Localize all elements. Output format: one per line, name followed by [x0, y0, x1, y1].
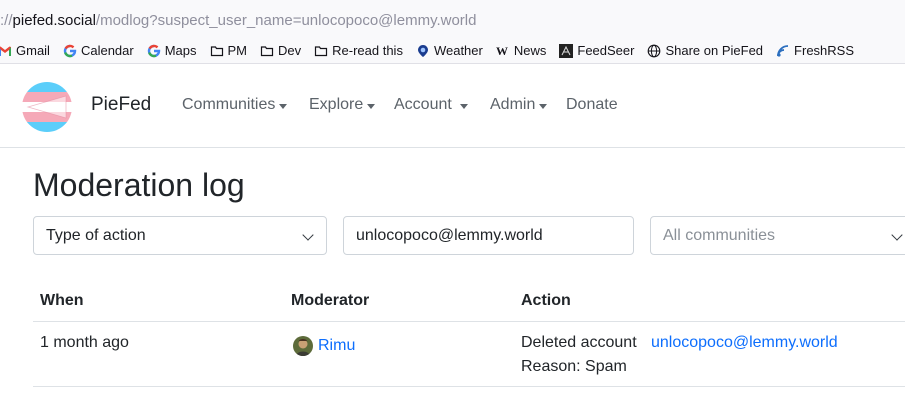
nav-communities[interactable]: Communities: [182, 96, 288, 114]
bookmark-share-piefed[interactable]: Share on PieFed: [647, 43, 763, 58]
caret-down-icon: [367, 103, 376, 109]
url-path: /modlog?suspect_user_name=unlocopoco@lem…: [95, 12, 477, 29]
row-reason: Reason: Spam: [521, 358, 627, 375]
suspect-user-value: unlocopoco@lemmy.world: [356, 226, 543, 244]
bookmark-label: PM: [227, 43, 248, 58]
suspect-user-input[interactable]: unlocopoco@lemmy.world: [343, 216, 634, 255]
nav-label: Account: [394, 96, 452, 113]
community-placeholder: All communities: [663, 226, 776, 244]
bookmark-label: FreshRSS: [794, 43, 855, 58]
caret-down-icon: [459, 103, 468, 109]
bookmark-freshrss[interactable]: FreshRSS: [776, 43, 854, 58]
avatar[interactable]: [293, 336, 313, 356]
bookmark-folder-reread[interactable]: Re-read this: [314, 43, 403, 58]
nav-label: Donate: [566, 96, 618, 113]
folder-icon: [210, 45, 223, 56]
bookmark-calendar[interactable]: Calendar: [63, 43, 134, 58]
bookmark-label: Share on PieFed: [665, 43, 764, 58]
weather-icon: [417, 44, 428, 57]
bookmarks-bar: Gmail Calendar Maps PM Dev Re-read this …: [0, 38, 905, 64]
folder-icon: [315, 45, 328, 56]
nav-account[interactable]: Account: [394, 96, 468, 114]
chevron-down-icon: [891, 229, 903, 241]
row-action: Deleted account: [521, 334, 637, 351]
header-divider: [33, 321, 905, 322]
brand-name[interactable]: PieFed: [91, 94, 151, 116]
gmail-icon: [0, 46, 11, 56]
url-text[interactable]: ://piefed.social/modlog?suspect_user_nam…: [0, 12, 476, 29]
nav-explore[interactable]: Explore: [309, 96, 376, 114]
globe-icon: [648, 44, 661, 57]
column-header-when: When: [40, 292, 84, 309]
url-scheme: ://: [0, 12, 13, 29]
nav-label: Communities: [182, 96, 276, 113]
bookmark-label: Calendar: [80, 43, 134, 58]
page-title: Moderation log: [33, 167, 245, 203]
nav-label: Admin: [490, 96, 536, 113]
caret-down-icon: [279, 103, 288, 109]
piefed-logo-icon[interactable]: [22, 82, 72, 132]
column-header-moderator: Moderator: [291, 292, 370, 309]
row-when: 1 month ago: [40, 334, 129, 351]
bookmark-maps[interactable]: Maps: [147, 43, 197, 58]
nav-label: Explore: [309, 96, 364, 113]
bookmark-label: FeedSeer: [577, 43, 635, 58]
bookmark-feedseer[interactable]: FeedSeer: [559, 43, 634, 58]
url-host: piefed.social: [12, 12, 96, 29]
folder-icon: [260, 45, 274, 56]
moderator-link[interactable]: Rimu: [318, 337, 355, 355]
browser-url-bar[interactable]: ://piefed.social/modlog?suspect_user_nam…: [0, 0, 905, 38]
freshrss-icon: [777, 44, 789, 57]
column-header-action: Action: [521, 292, 571, 309]
target-user-link[interactable]: unlocopoco@lemmy.world: [651, 334, 838, 352]
bookmark-label: Maps: [164, 43, 197, 58]
bookmark-folder-pm[interactable]: PM: [210, 43, 248, 58]
svg-text:W: W: [496, 44, 508, 58]
community-select[interactable]: All communities: [650, 216, 905, 255]
nav-donate[interactable]: Donate: [566, 96, 618, 114]
site-navbar: PieFed Communities Explore Account Admin…: [0, 64, 905, 148]
bookmark-label: Weather: [433, 43, 483, 58]
bookmark-weather[interactable]: Weather: [416, 43, 483, 58]
action-type-select[interactable]: Type of action: [33, 216, 327, 255]
chevron-down-icon: [302, 229, 314, 241]
feedseer-icon: [559, 43, 574, 58]
row-divider: [33, 386, 905, 387]
action-type-value: Type of action: [46, 226, 146, 244]
bookmark-news[interactable]: W News: [496, 43, 547, 58]
google-icon: [63, 44, 77, 57]
bookmark-folder-dev[interactable]: Dev: [260, 43, 301, 58]
bookmark-label: Gmail: [16, 43, 50, 58]
nav-admin[interactable]: Admin: [490, 96, 548, 114]
wikipedia-icon: W: [496, 44, 508, 58]
bookmark-label: Re-read this: [332, 43, 403, 58]
bookmark-label: Dev: [278, 43, 302, 58]
google-icon: [147, 44, 160, 57]
caret-down-icon: [539, 103, 548, 109]
bookmark-gmail[interactable]: Gmail: [0, 43, 50, 58]
bookmark-label: News: [513, 43, 547, 58]
